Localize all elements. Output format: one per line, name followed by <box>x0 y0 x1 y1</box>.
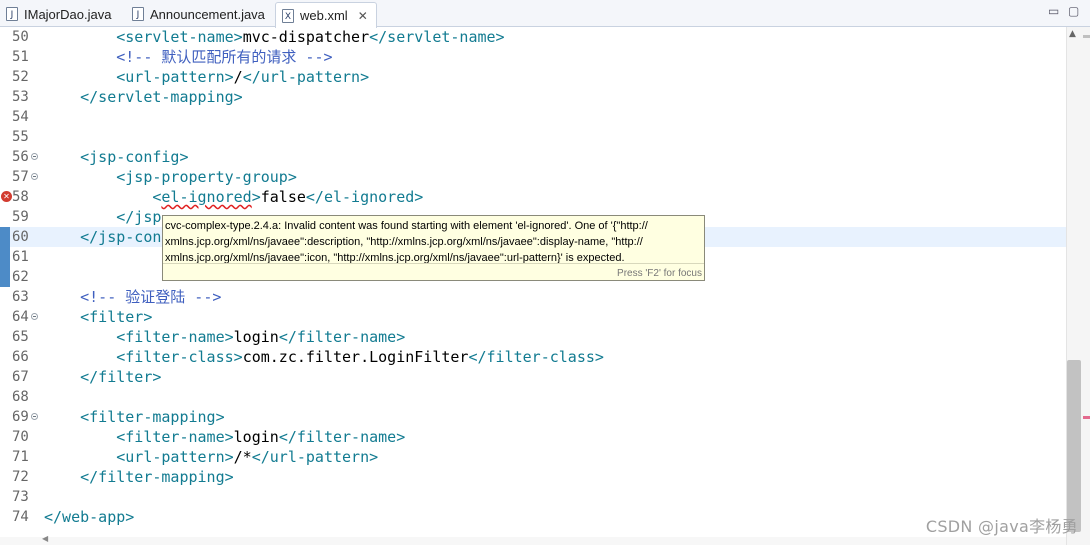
code-text: <!-- 默认匹配所有的请求 --> <box>116 48 333 66</box>
tooltip-message-line: cvc-complex-type.2.4.a: Invalid content … <box>165 220 648 232</box>
tab-web-xml[interactable]: X web.xml ✕ <box>275 2 377 28</box>
tab-announcement[interactable]: J Announcement.java <box>132 2 265 26</box>
tab-label: web.xml <box>300 8 348 23</box>
line-number: 71 <box>12 449 29 465</box>
code-line: 65 <filter-name>login</filter-name> <box>0 327 1066 347</box>
code-text: </filter-mapping> <box>80 468 234 486</box>
line-number: 58 <box>12 189 29 205</box>
line-number: 63 <box>12 289 29 305</box>
code-line: 52 <url-pattern>/</url-pattern> <box>0 67 1066 87</box>
code-line: 57 <jsp-property-group> <box>0 167 1066 187</box>
scroll-up-icon[interactable]: ▲ <box>1069 29 1076 39</box>
code-text: <jsp-property-group> <box>116 168 297 186</box>
code-text: </filter> <box>80 368 162 386</box>
overview-ruler-error-marker[interactable] <box>1083 416 1090 419</box>
tooltip-separator <box>163 263 704 264</box>
line-number: 70 <box>12 429 29 445</box>
code-line: 71 <url-pattern>/*</url-pattern> <box>0 447 1066 467</box>
fold-toggle-icon[interactable] <box>31 173 38 180</box>
overview-ruler-marker[interactable] <box>1083 35 1090 38</box>
code-text: <url-pattern>/*</url-pattern> <box>116 448 379 466</box>
line-number: 67 <box>12 369 29 385</box>
tab-label: IMajorDao.java <box>24 6 112 22</box>
minimize-icon[interactable]: ▭ <box>1048 4 1059 18</box>
code-line: 73 <box>0 487 1066 507</box>
line-number: 55 <box>12 129 29 145</box>
xml-file-icon: X <box>282 8 294 23</box>
code-text: </jsp <box>116 208 162 226</box>
line-number: 54 <box>12 109 29 125</box>
line-number: 72 <box>12 469 29 485</box>
code-editor[interactable]: 50 <servlet-name>mvc-dispatcher</servlet… <box>0 27 1066 537</box>
line-number: 51 <box>12 49 29 65</box>
code-line: 50 <servlet-name>mvc-dispatcher</servlet… <box>0 27 1066 47</box>
code-text: <filter-class>com.zc.filter.LoginFilter<… <box>116 348 604 366</box>
error-hover-tooltip[interactable]: cvc-complex-type.2.4.a: Invalid content … <box>162 215 705 281</box>
code-text: <filter-mapping> <box>80 408 225 426</box>
tooltip-footer: Press 'F2' for focus <box>617 268 702 279</box>
code-line: 74 </web-app> <box>0 507 1066 527</box>
line-number: 66 <box>12 349 29 365</box>
code-text: <!-- 验证登陆 --> <box>80 288 222 306</box>
line-number: 65 <box>12 329 29 345</box>
code-line: 51 <!-- 默认匹配所有的请求 --> <box>0 47 1066 67</box>
code-text: </web-app> <box>44 508 135 526</box>
code-text: <el-ignored>false</el-ignored> <box>152 188 424 206</box>
error-marker-icon[interactable]: ✕ <box>1 191 12 202</box>
line-number: 52 <box>12 69 29 85</box>
vertical-scrollbar[interactable]: ▲ <box>1066 27 1090 545</box>
line-number: 68 <box>12 389 29 405</box>
code-text: <filter-name>login</filter-name> <box>116 328 406 346</box>
tab-label: Announcement.java <box>150 6 265 22</box>
horizontal-scrollbar[interactable]: ◀ <box>0 534 1066 545</box>
editor-tab-bar: J IMajorDao.java J Announcement.java X w… <box>0 0 1090 28</box>
code-text: <url-pattern>/</url-pattern> <box>116 68 370 86</box>
code-text: </servlet-mapping> <box>80 88 243 106</box>
code-line: 55 <box>0 127 1066 147</box>
fold-toggle-icon[interactable] <box>31 413 38 420</box>
code-text: <jsp-config> <box>80 148 189 166</box>
close-icon[interactable]: ✕ <box>358 9 368 23</box>
code-line: 66 <filter-class>com.zc.filter.LoginFilt… <box>0 347 1066 367</box>
code-text: <filter> <box>80 308 153 326</box>
code-line: 72 </filter-mapping> <box>0 467 1066 487</box>
line-number: 60 <box>12 229 29 245</box>
error-squiggle: el-ignored <box>161 188 252 206</box>
code-text: <filter-name>login</filter-name> <box>116 428 406 446</box>
java-file-icon: J <box>6 7 18 21</box>
change-indicator-bar <box>0 227 10 287</box>
tab-imajordao[interactable]: J IMajorDao.java <box>6 2 111 26</box>
line-number: 53 <box>12 89 29 105</box>
code-text: </jsp-con <box>80 228 162 246</box>
fold-toggle-icon[interactable] <box>31 313 38 320</box>
line-number: 50 <box>12 29 29 45</box>
code-line: 69 <filter-mapping> <box>0 407 1066 427</box>
tooltip-message-line: xmlns.jcp.org/xml/ns/javaee":description… <box>165 236 643 248</box>
code-line: 53 </servlet-mapping> <box>0 87 1066 107</box>
code-line: 63 <!-- 验证登陆 --> <box>0 287 1066 307</box>
watermark: CSDN @java李杨勇 <box>925 517 1078 536</box>
code-line: 67 </filter> <box>0 367 1066 387</box>
line-number: 74 <box>12 509 29 525</box>
code-line: 56 <jsp-config> <box>0 147 1066 167</box>
maximize-icon[interactable]: ▢ <box>1068 4 1079 18</box>
code-line: 68 <box>0 387 1066 407</box>
fold-toggle-icon[interactable] <box>31 153 38 160</box>
scrollbar-thumb[interactable] <box>1067 360 1081 532</box>
code-line: 70 <filter-name>login</filter-name> <box>0 427 1066 447</box>
code-line: 54 <box>0 107 1066 127</box>
line-number: 59 <box>12 209 29 225</box>
line-number: 73 <box>12 489 29 505</box>
line-number: 61 <box>12 249 29 265</box>
java-file-icon: J <box>132 7 144 21</box>
code-line: ✕ 58 <el-ignored>false</el-ignored> <box>0 187 1066 207</box>
code-text: <servlet-name>mvc-dispatcher</servlet-na… <box>116 28 505 46</box>
scroll-left-icon[interactable]: ◀ <box>42 534 48 543</box>
code-line: 64 <filter> <box>0 307 1066 327</box>
line-number: 62 <box>12 269 29 285</box>
